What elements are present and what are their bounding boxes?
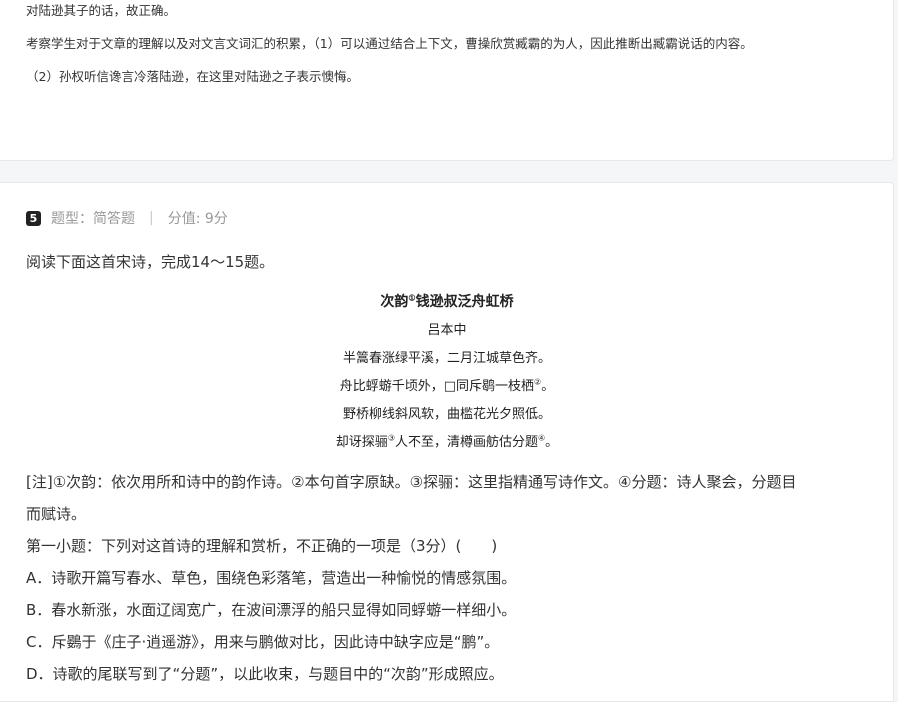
question-card: 5 题型：简答题 | 分值: 9分 阅读下面这首宋诗，完成14～15题。 次韵①… bbox=[0, 182, 894, 702]
poem-author: 吕本中 bbox=[427, 323, 467, 338]
poem-line-3: 野桥柳线斜风软，曲槛花光夕照低。 bbox=[342, 407, 551, 422]
previous-answer-card: 对陆逊其子的话，故正确。 考察学生对于文章的理解以及对文言文词汇的积累，（1）可… bbox=[0, 0, 894, 161]
sub-question-1: 第一小题：下列对这首诗的理解和赏析，不正确的一项是（3分）( ) bbox=[26, 537, 498, 555]
option-b: B．春水新涨，水面辽阔宽广，在波间漂浮的船只显得如同蜉蝣一样细小。 bbox=[26, 601, 517, 619]
option-c: C．斥鷃于《庄子·逍遥游》，用来与鹏做对比，因此诗中缺字应是“鹏”。 bbox=[26, 633, 500, 651]
analysis-line-3: （2）孙权听信谗言冷落陆逊，在这里对陆逊之子表示懊悔。 bbox=[26, 69, 359, 84]
question-intro: 阅读下面这首宋诗，完成14～15题。 bbox=[26, 253, 275, 271]
poem-line-2: 舟比蜉蝣千顷外，□同斥鹖一枝栖②。 bbox=[339, 377, 555, 394]
poem-title: 次韵①钱逊叔泛舟虹桥 bbox=[380, 292, 514, 310]
question-header: 5 题型：简答题 | 分值: 9分 bbox=[26, 208, 228, 228]
question-number-badge: 5 bbox=[26, 210, 41, 226]
analysis-line-1: 对陆逊其子的话，故正确。 bbox=[26, 3, 177, 18]
option-d: D．诗歌的尾联写到了“分题”，以此收束，与题目中的“次韵”形成照应。 bbox=[26, 665, 504, 683]
question-score: 分值: 9分 bbox=[167, 211, 228, 227]
notes-line-1: [注]①次韵：依次用所和诗中的韵作诗。②本句首字原缺。③探骊：这里指精通写诗作文… bbox=[26, 473, 797, 491]
notes-line-2: 而赋诗。 bbox=[26, 505, 87, 523]
analysis-line-2: 考察学生对于文章的理解以及对文言文词汇的积累，（1）可以通过结合上下文，曹操欣赏… bbox=[26, 36, 753, 51]
header-separator: | bbox=[149, 210, 154, 226]
poem-line-1: 半篙春涨绿平溪，二月江城草色齐。 bbox=[342, 351, 551, 366]
option-a: A．诗歌开篇写春水、草色，围绕色彩落笔，营造出一种愉悦的情感氛围。 bbox=[26, 569, 517, 587]
question-type: 题型：简答题 bbox=[51, 211, 135, 227]
poem-line-4: 却讶探骊③人不至，清樽画舫估分题④。 bbox=[335, 433, 559, 450]
